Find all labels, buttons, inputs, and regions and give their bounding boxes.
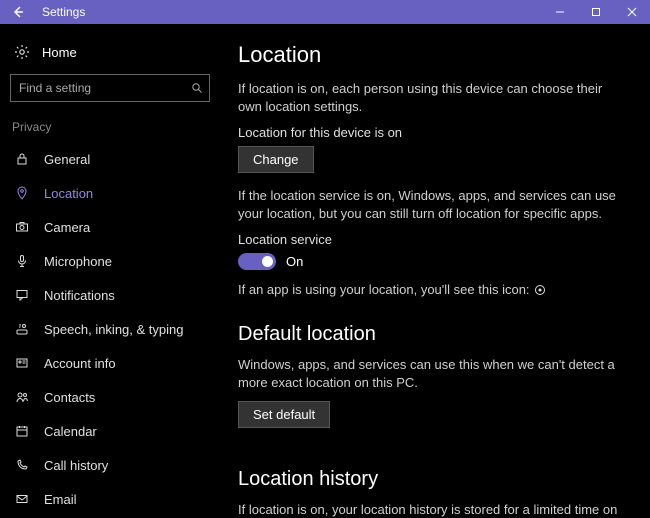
sidebar-item-call-history[interactable]: Call history [0, 448, 220, 482]
speech-icon [12, 319, 32, 339]
set-default-button[interactable]: Set default [238, 401, 330, 428]
app-icon-text: If an app is using your location, you'll… [238, 282, 530, 297]
lock-icon [12, 149, 32, 169]
gear-icon [12, 42, 32, 62]
sidebar-item-calendar[interactable]: Calendar [0, 414, 220, 448]
arrow-left-icon [11, 5, 25, 19]
category-label: Privacy [0, 116, 220, 142]
sidebar-item-label: Location [44, 186, 93, 201]
back-button[interactable] [0, 0, 36, 24]
sidebar-item-label: Call history [44, 458, 108, 473]
call-icon [12, 455, 32, 475]
sidebar-item-location[interactable]: Location [0, 176, 220, 210]
sidebar-item-camera[interactable]: Camera [0, 210, 220, 244]
sidebar-item-label: Camera [44, 220, 90, 235]
microphone-icon [12, 251, 32, 271]
sidebar-item-label: Contacts [44, 390, 95, 405]
close-button[interactable] [614, 0, 650, 24]
toggle-state: On [286, 254, 303, 269]
sidebar-item-general[interactable]: General [0, 142, 220, 176]
home-button[interactable]: Home [0, 36, 220, 74]
intro-text: If location is on, each person using thi… [238, 80, 618, 115]
default-location-heading: Default location [238, 323, 628, 346]
window-title: Settings [36, 5, 85, 19]
sidebar-item-label: Notifications [44, 288, 115, 303]
toggle-knob [262, 256, 273, 267]
email-icon [12, 489, 32, 509]
page-heading: Location [238, 42, 628, 68]
calendar-icon [12, 421, 32, 441]
notification-icon [12, 285, 32, 305]
location-icon [12, 183, 32, 203]
service-label: Location service [238, 232, 628, 247]
search-input[interactable] [11, 81, 185, 95]
history-desc: If location is on, your location history… [238, 501, 618, 518]
sidebar-item-email[interactable]: Email [0, 482, 220, 516]
location-history-heading: Location history [238, 468, 628, 491]
titlebar: Settings [0, 0, 650, 24]
default-desc: Windows, apps, and services can use this… [238, 356, 618, 391]
sidebar-item-label: Account info [44, 356, 116, 371]
sidebar-item-label: Calendar [44, 424, 97, 439]
close-icon [627, 7, 637, 17]
service-desc: If the location service is on, Windows, … [238, 187, 618, 222]
device-status-label: Location for this device is on [238, 125, 628, 140]
sidebar-item-label: Email [44, 492, 77, 507]
sidebar-item-label: General [44, 152, 90, 167]
sidebar-item-label: Speech, inking, & typing [44, 322, 183, 337]
toggle-track [238, 253, 276, 270]
location-in-use-icon [534, 284, 546, 296]
account-icon [12, 353, 32, 373]
maximize-icon [591, 7, 601, 17]
sidebar-item-notifications[interactable]: Notifications [0, 278, 220, 312]
app-icon-line: If an app is using your location, you'll… [238, 282, 628, 297]
minimize-icon [555, 7, 565, 17]
contacts-icon [12, 387, 32, 407]
nav-list: General Location Camera Microphone Notif… [0, 142, 220, 518]
window-controls [542, 0, 650, 24]
home-label: Home [42, 45, 77, 60]
location-service-toggle[interactable]: On [238, 253, 628, 270]
search-icon [185, 76, 209, 100]
search-box[interactable] [10, 74, 210, 102]
camera-icon [12, 217, 32, 237]
change-button[interactable]: Change [238, 146, 314, 173]
sidebar-item-speech[interactable]: Speech, inking, & typing [0, 312, 220, 346]
sidebar-item-contacts[interactable]: Contacts [0, 380, 220, 414]
sidebar-item-account[interactable]: Account info [0, 346, 220, 380]
content-pane: Location If location is on, each person … [220, 24, 650, 518]
sidebar-item-label: Microphone [44, 254, 112, 269]
minimize-button[interactable] [542, 0, 578, 24]
sidebar-item-microphone[interactable]: Microphone [0, 244, 220, 278]
sidebar: Home Privacy General Location Camera [0, 24, 220, 518]
maximize-button[interactable] [578, 0, 614, 24]
